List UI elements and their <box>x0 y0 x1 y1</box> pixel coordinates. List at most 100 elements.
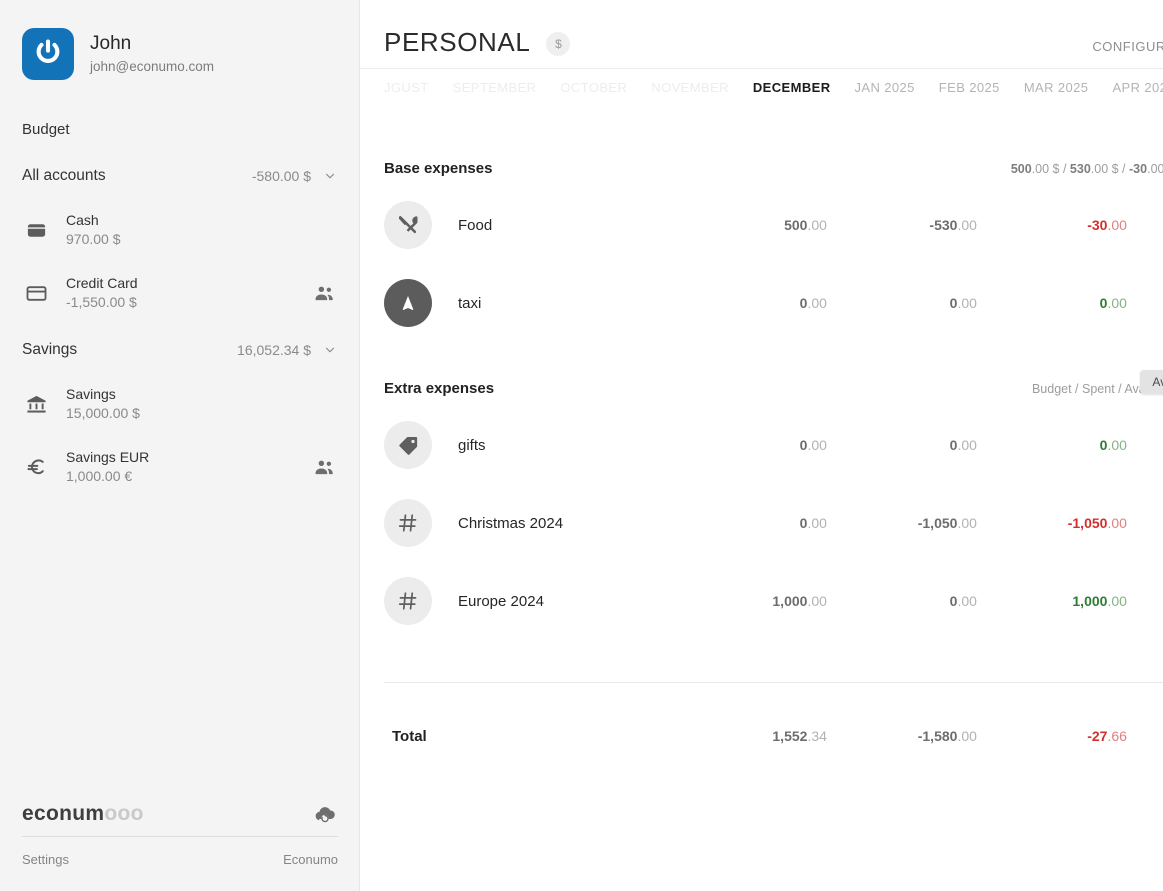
sidebar-account-credit-card[interactable]: Credit Card -1,550.00 $ <box>0 272 359 314</box>
base-expenses-title: Base expenses <box>384 160 493 177</box>
row-cells: 0.00 0.00 0.00 $ <box>677 295 1163 311</box>
profile-text: John john@econumo.com <box>90 32 214 76</box>
cell-spent-int: -530 <box>929 217 958 233</box>
account-name: Savings <box>66 386 116 402</box>
account-balance: 15,000.00 $ <box>66 405 140 421</box>
month-tab-august[interactable]: JGUST <box>384 80 429 102</box>
sidebar-group-savings[interactable]: Savings 16,052.34 $ <box>0 338 359 362</box>
brand-logo: econumooo <box>22 802 144 826</box>
row-name: Food <box>458 216 493 234</box>
brand-logo-dark: econum <box>22 802 105 825</box>
chevron-down-icon[interactable] <box>323 343 337 357</box>
cloud-sync-icon[interactable] <box>312 801 338 827</box>
base-expenses-header: Base expenses 500.00 $ / 530.00 $ / -30.… <box>384 160 1163 180</box>
month-tab-feb-2025[interactable]: FEB 2025 <box>939 80 1000 102</box>
account-text: Savings 15,000.00 $ <box>66 385 337 423</box>
total-budget-dec: .34 <box>807 728 827 744</box>
currency-badge[interactable]: $ <box>546 32 571 56</box>
sidebar-account-savings[interactable]: Savings 15,000.00 $ <box>0 383 359 425</box>
cell-available: 0.00 <box>977 437 1127 453</box>
cell-available: 0.00 <box>977 295 1127 311</box>
cell-available: -1,050.00 <box>977 515 1127 531</box>
account-balance: 1,000.00 € <box>66 468 133 484</box>
settings-link[interactable]: Settings <box>22 852 69 867</box>
row-cells: 0.00 0.00 0.00 $ <box>677 437 1163 453</box>
brand-logo-light: ooo <box>104 802 144 825</box>
month-tab-apr-2025[interactable]: APR 2025 <box>1112 80 1163 102</box>
sidebar-account-cash[interactable]: Cash 970.00 $ <box>0 209 359 251</box>
cell-avail-int: 1,000 <box>1072 593 1108 609</box>
profile-name: John <box>90 33 132 54</box>
row-name: taxi <box>458 294 482 312</box>
total-budget: 1,552.34 <box>677 728 827 744</box>
group-right: -580.00 $ <box>252 168 337 184</box>
econumo-logo-icon <box>36 39 60 64</box>
month-tab-november[interactable]: NOVEMBER <box>651 80 729 102</box>
hash-icon[interactable] <box>384 499 432 547</box>
page-title: PERSONAL <box>384 26 531 57</box>
cell-spent-dec: .00 <box>957 593 977 609</box>
table-row[interactable]: gifts 0.00 0.00 0.00 $ <box>384 410 1163 480</box>
cell-spent: -1,050.00 <box>827 515 977 531</box>
cell-spent-dec: .00 <box>957 295 977 311</box>
cell-spent-int: -1,050 <box>917 515 958 531</box>
hash-icon[interactable] <box>384 577 432 625</box>
tag-icon[interactable] <box>384 421 432 469</box>
cell-available: 1,000.00 <box>977 593 1127 609</box>
navigation-icon[interactable] <box>384 279 432 327</box>
account-balance: 970.00 $ <box>66 231 121 247</box>
topbar: PERSONAL $ CONFIGURE <box>360 0 1163 62</box>
main-content: PERSONAL $ CONFIGURE JGUST SEPTEMBER OCT… <box>360 0 1163 891</box>
econumo-link[interactable]: Econumo <box>283 852 338 867</box>
cell-spent-dec: .00 <box>957 515 977 531</box>
app-root: John john@econumo.com Budget All account… <box>0 0 1163 891</box>
account-text: Cash 970.00 $ <box>66 211 337 249</box>
chevron-down-icon[interactable] <box>323 169 337 183</box>
month-tab-mar-2025[interactable]: MAR 2025 <box>1024 80 1089 102</box>
group-name: Savings <box>22 341 78 358</box>
sidebar-account-savings-eur[interactable]: Savings EUR 1,000.00 € <box>0 446 359 488</box>
group-right: 16,052.34 $ <box>237 342 337 358</box>
row-name: Christmas 2024 <box>458 514 564 532</box>
month-tab-october[interactable]: OCTOBER <box>560 80 627 102</box>
cell-currency: $ <box>1127 437 1163 453</box>
month-tab-december[interactable]: DECEMBER <box>753 80 831 102</box>
total-divider <box>384 682 1163 683</box>
wallet-icon <box>22 219 50 242</box>
cell-spent: 0.00 <box>827 295 977 311</box>
cell-avail-dec: .00 <box>1107 295 1127 311</box>
cell-spent-dec: .00 <box>957 437 977 453</box>
table-row[interactable]: Christmas 2024 0.00 -1,050.00 -1,050.00 … <box>384 488 1163 558</box>
row-cells: 0.00 -1,050.00 -1,050.00 $ <box>677 515 1163 531</box>
brand-row: econumooo <box>22 792 338 836</box>
cell-currency: $ <box>1127 515 1163 531</box>
cell-budget: 0.00 <box>677 437 827 453</box>
account-name: Credit Card <box>66 275 138 291</box>
cell-budget-dec: .00 <box>807 515 827 531</box>
base-summary-spent: 530 <box>1069 162 1091 176</box>
cell-budget-int: 500 <box>784 217 808 233</box>
table-row[interactable]: Europe 2024 1,000.00 0.00 1,000.00 € <box>384 566 1163 636</box>
shared-account-icon[interactable] <box>312 281 337 306</box>
extra-expenses-title: Extra expenses <box>384 380 495 397</box>
cell-budget-int: 1,000 <box>772 593 808 609</box>
configure-button[interactable]: CONFIGURE <box>1092 31 1163 54</box>
table-row[interactable]: taxi 0.00 0.00 0.00 $ <box>384 268 1163 338</box>
month-tab-jan-2025[interactable]: JAN 2025 <box>855 80 915 102</box>
cell-available: -30.00 <box>977 217 1127 233</box>
cutlery-icon[interactable] <box>384 201 432 249</box>
group-name: All accounts <box>22 167 106 184</box>
profile-block[interactable]: John john@econumo.com <box>0 0 359 80</box>
avatar[interactable] <box>22 28 74 80</box>
shared-account-icon[interactable] <box>312 455 337 480</box>
row-cells: 1,000.00 0.00 1,000.00 € <box>677 593 1163 609</box>
account-text: Savings EUR 1,000.00 € <box>66 448 312 486</box>
base-summary-budget-dec: .00 $ / <box>1031 162 1070 176</box>
sidebar-group-all-accounts[interactable]: All accounts -580.00 $ <box>0 164 359 188</box>
group-amount: 16,052.34 $ <box>237 342 311 358</box>
total-cells: 1,552.34 -1,580.00 -27.66 $ <box>677 728 1163 744</box>
table-row[interactable]: Food 500.00 -530.00 -30.00 $ <box>384 190 1163 260</box>
total-avail-int: -27 <box>1087 728 1108 744</box>
month-tab-september[interactable]: SEPTEMBER <box>453 80 537 102</box>
footer-links: Settings Econumo <box>22 837 338 881</box>
